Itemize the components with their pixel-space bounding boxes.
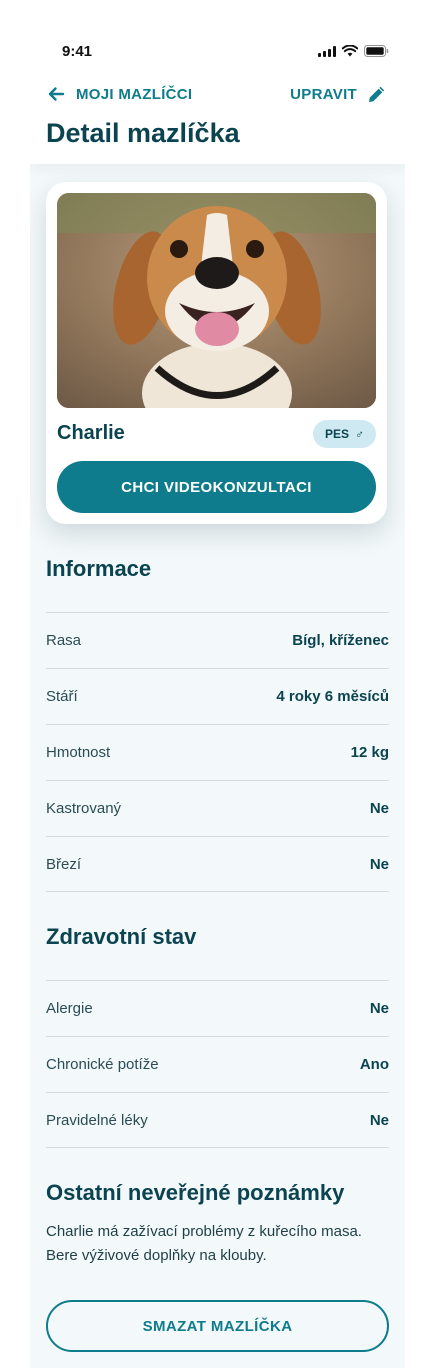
signal-icon (318, 45, 336, 57)
notes-section-title: Ostatní neveřejné poznámky (46, 1180, 345, 1205)
info-row-neutered: Kastrovaný Ne (46, 780, 389, 836)
info-row-pregnant: Březí Ne (46, 836, 389, 892)
info-row-weight: Hmotnost 12 kg (46, 724, 389, 780)
status-icons (318, 45, 389, 57)
row-label: Alergie (46, 1000, 93, 1017)
row-value: Bígl, kříženec (292, 632, 389, 649)
edit-label: UPRAVIT (290, 85, 357, 103)
row-value: 4 roky 6 měsíců (276, 688, 389, 705)
row-value: Ne (369, 1111, 389, 1129)
health-row-medication: Pravidelné léky Ne (46, 1092, 389, 1148)
row-value: Ano (359, 1056, 389, 1073)
video-consultation-button[interactable]: CHCI VIDEOKONZULTACI (57, 461, 376, 513)
row-label: Hmotnost (46, 744, 111, 761)
info-row-age: Stáří 4 roky 6 měsíců (46, 668, 389, 724)
delete-pet-button[interactable]: SMAZAT MAZLÍČKA (46, 1300, 389, 1352)
edit-button[interactable]: UPRAVIT (290, 78, 387, 110)
male-icon: ♂ (355, 427, 364, 441)
row-label: Chronické potíže (46, 1056, 159, 1073)
info-row-breed: Rasa Bígl, kříženec (46, 612, 389, 668)
row-label: Kastrovaný (46, 800, 122, 817)
battery-icon (364, 45, 389, 57)
back-button[interactable]: MOJI MAZLÍČCI (46, 78, 192, 110)
wifi-icon (342, 45, 358, 57)
row-value: 12 kg (350, 744, 389, 761)
species-badge: PES ♂ (312, 420, 376, 448)
row-value: Ne (369, 855, 389, 873)
health-list: Alergie Ne Chronické potíže Ano Pravidel… (46, 980, 389, 1148)
species-label: PES (324, 427, 349, 441)
pencil-icon (367, 84, 387, 104)
info-list: Rasa Bígl, kříženec Stáří 4 roky 6 měsíc… (46, 612, 389, 892)
row-label: Březí (46, 855, 82, 873)
back-label: MOJI MAZLÍČCI (76, 85, 193, 103)
row-value: Ne (369, 800, 389, 817)
pet-name: Charlie (57, 422, 125, 444)
health-section-title: Zdravotní stav (46, 924, 197, 949)
top-app-bar: 9:41 MOJI MAZLÍČCI UPRAVIT Detail mazlíč… (30, 30, 405, 164)
health-row-allergies: Alergie Ne (46, 980, 389, 1036)
pet-card: Charlie PES ♂ CHCI VIDEOKONZULTACI (46, 182, 387, 524)
row-label: Rasa (46, 632, 82, 649)
info-section-title: Informace (46, 556, 152, 581)
app-screen: 9:41 MOJI MAZLÍČCI UPRAVIT Detail mazlíč… (30, 30, 405, 1368)
status-time: 9:41 (62, 43, 93, 60)
pet-photo (57, 193, 376, 408)
arrow-left-icon (46, 84, 66, 104)
row-label: Stáří (46, 688, 78, 705)
status-bar: 9:41 (30, 30, 405, 74)
row-value: Ne (369, 1000, 389, 1017)
navigation-row: MOJI MAZLÍČCI UPRAVIT (30, 78, 405, 110)
page-title: Detail mazlíčka (46, 118, 240, 148)
row-label: Pravidelné léky (46, 1111, 148, 1129)
health-row-chronic: Chronické potíže Ano (46, 1036, 389, 1092)
notes-text: Charlie má zažívací problémy z kuřecího … (46, 1223, 362, 1264)
